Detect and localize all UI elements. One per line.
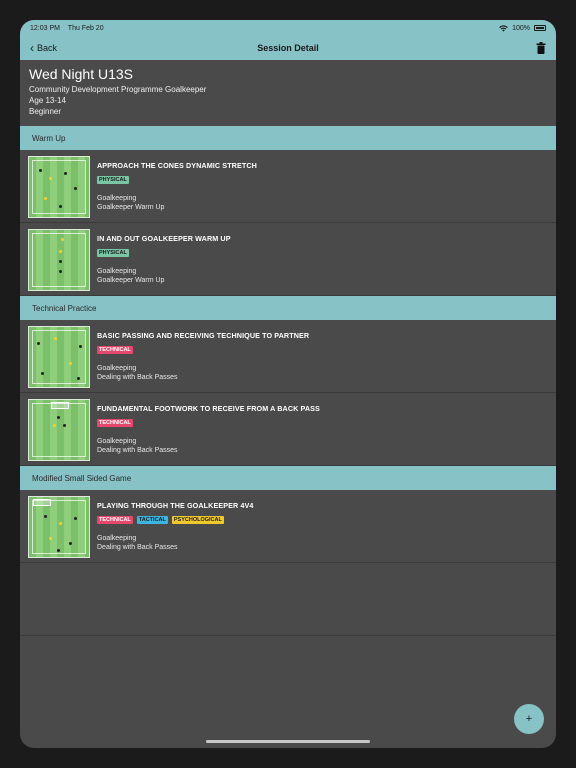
back-button[interactable]: ‹ Back [30,42,57,54]
trash-icon[interactable] [536,42,546,54]
tag-physical: PHYSICAL [97,249,129,257]
tag-psychological: PSYCHOLOGICAL [171,516,224,524]
session-level: Beginner [29,107,62,116]
drill-topic: Goalkeeper Warm Up [97,204,165,211]
tag-technical: TECHNICAL [97,346,133,354]
drill-category: Goalkeeping [97,268,137,275]
drill-thumbnail [28,156,90,218]
status-left: 12:03 PM Thu Feb 20 [30,25,110,32]
page-title: Session Detail [257,43,319,53]
back-label: Back [37,43,58,53]
status-bar: 12:03 PM Thu Feb 20 100% [20,20,556,36]
status-time: 12:03 PM [30,24,60,32]
status-date: Thu Feb 20 [67,24,104,32]
drill-name: PLAYING THROUGH THE GOALKEEPER 4V4 [97,501,254,510]
session-title: Wed Night U13S [29,66,134,82]
tag-technical: TECHNICAL [97,419,133,427]
section-header-small-sided-game: Modified Small Sided Game [20,466,556,490]
list-item[interactable]: APPROACH THE CONES DYNAMIC STRETCH PHYSI… [20,150,556,223]
drill-info: FUNDAMENTAL FOOTWORK TO RECEIVE FROM A B… [97,399,320,455]
plus-icon: + [525,713,533,725]
drill-name: BASIC PASSING AND RECEIVING TECHNIQUE TO… [97,331,310,340]
list-item[interactable]: FUNDAMENTAL FOOTWORK TO RECEIVE FROM A B… [20,393,556,466]
tag-technical: TECHNICAL [97,516,133,524]
drill-info: BASIC PASSING AND RECEIVING TECHNIQUE TO… [97,326,309,382]
drill-info: PLAYING THROUGH THE GOALKEEPER 4V4 TECHN… [97,496,254,552]
add-drill-button[interactable]: + [514,704,544,734]
drill-info: IN AND OUT GOALKEEPER WARM UP PHYSICAL G… [97,229,231,285]
tag-list: PHYSICAL [97,249,231,257]
drill-category: Goalkeeping [97,438,137,445]
drill-topic: Goalkeeper Warm Up [97,277,165,284]
list-item[interactable]: IN AND OUT GOALKEEPER WARM UP PHYSICAL G… [20,223,556,296]
drill-name: FUNDAMENTAL FOOTWORK TO RECEIVE FROM A B… [97,404,320,413]
drill-thumbnail [28,229,90,291]
status-right: 100% [499,25,546,32]
drill-thumbnail [28,399,90,461]
tag-list: TECHNICAL [97,419,320,427]
tag-physical: PHYSICAL [97,176,129,184]
chevron-left-icon: ‹ [30,41,34,55]
wifi-icon [499,24,508,32]
session-programme: Community Development Programme Goalkeep… [29,85,207,94]
battery-percent: 100% [512,24,530,32]
drill-name: IN AND OUT GOALKEEPER WARM UP [97,234,231,243]
tag-list: TECHNICAL [97,346,309,354]
list-item[interactable]: PLAYING THROUGH THE GOALKEEPER 4V4 TECHN… [20,490,556,563]
session-age: Age 13-14 [29,96,66,105]
battery-icon [534,25,546,31]
nav-bar: ‹ Back Session Detail [20,36,556,60]
drill-topic: Dealing with Back Passes [97,374,178,381]
section-header-warm-up: Warm Up [20,126,556,150]
empty-row [20,563,556,636]
tag-tactical: TACTICAL [136,516,168,524]
section-header-technical-practice: Technical Practice [20,296,556,320]
app-window: 12:03 PM Thu Feb 20 100% ‹ Back Session … [20,20,556,748]
drill-info: APPROACH THE CONES DYNAMIC STRETCH PHYSI… [97,156,257,212]
drill-category: Goalkeeping [97,535,137,542]
drill-topic: Dealing with Back Passes [97,447,178,454]
drill-name: APPROACH THE CONES DYNAMIC STRETCH [97,161,257,170]
drill-category: Goalkeeping [97,365,137,372]
tag-list: TECHNICAL TACTICAL PSYCHOLOGICAL [97,516,254,524]
home-indicator[interactable] [206,740,370,743]
drill-thumbnail [28,496,90,558]
drill-category: Goalkeeping [97,195,137,202]
drill-topic: Dealing with Back Passes [97,544,178,551]
session-header: Wed Night U13S Community Development Pro… [20,60,556,126]
list-item[interactable]: BASIC PASSING AND RECEIVING TECHNIQUE TO… [20,320,556,393]
drill-thumbnail [28,326,90,388]
tag-list: PHYSICAL [97,176,257,184]
